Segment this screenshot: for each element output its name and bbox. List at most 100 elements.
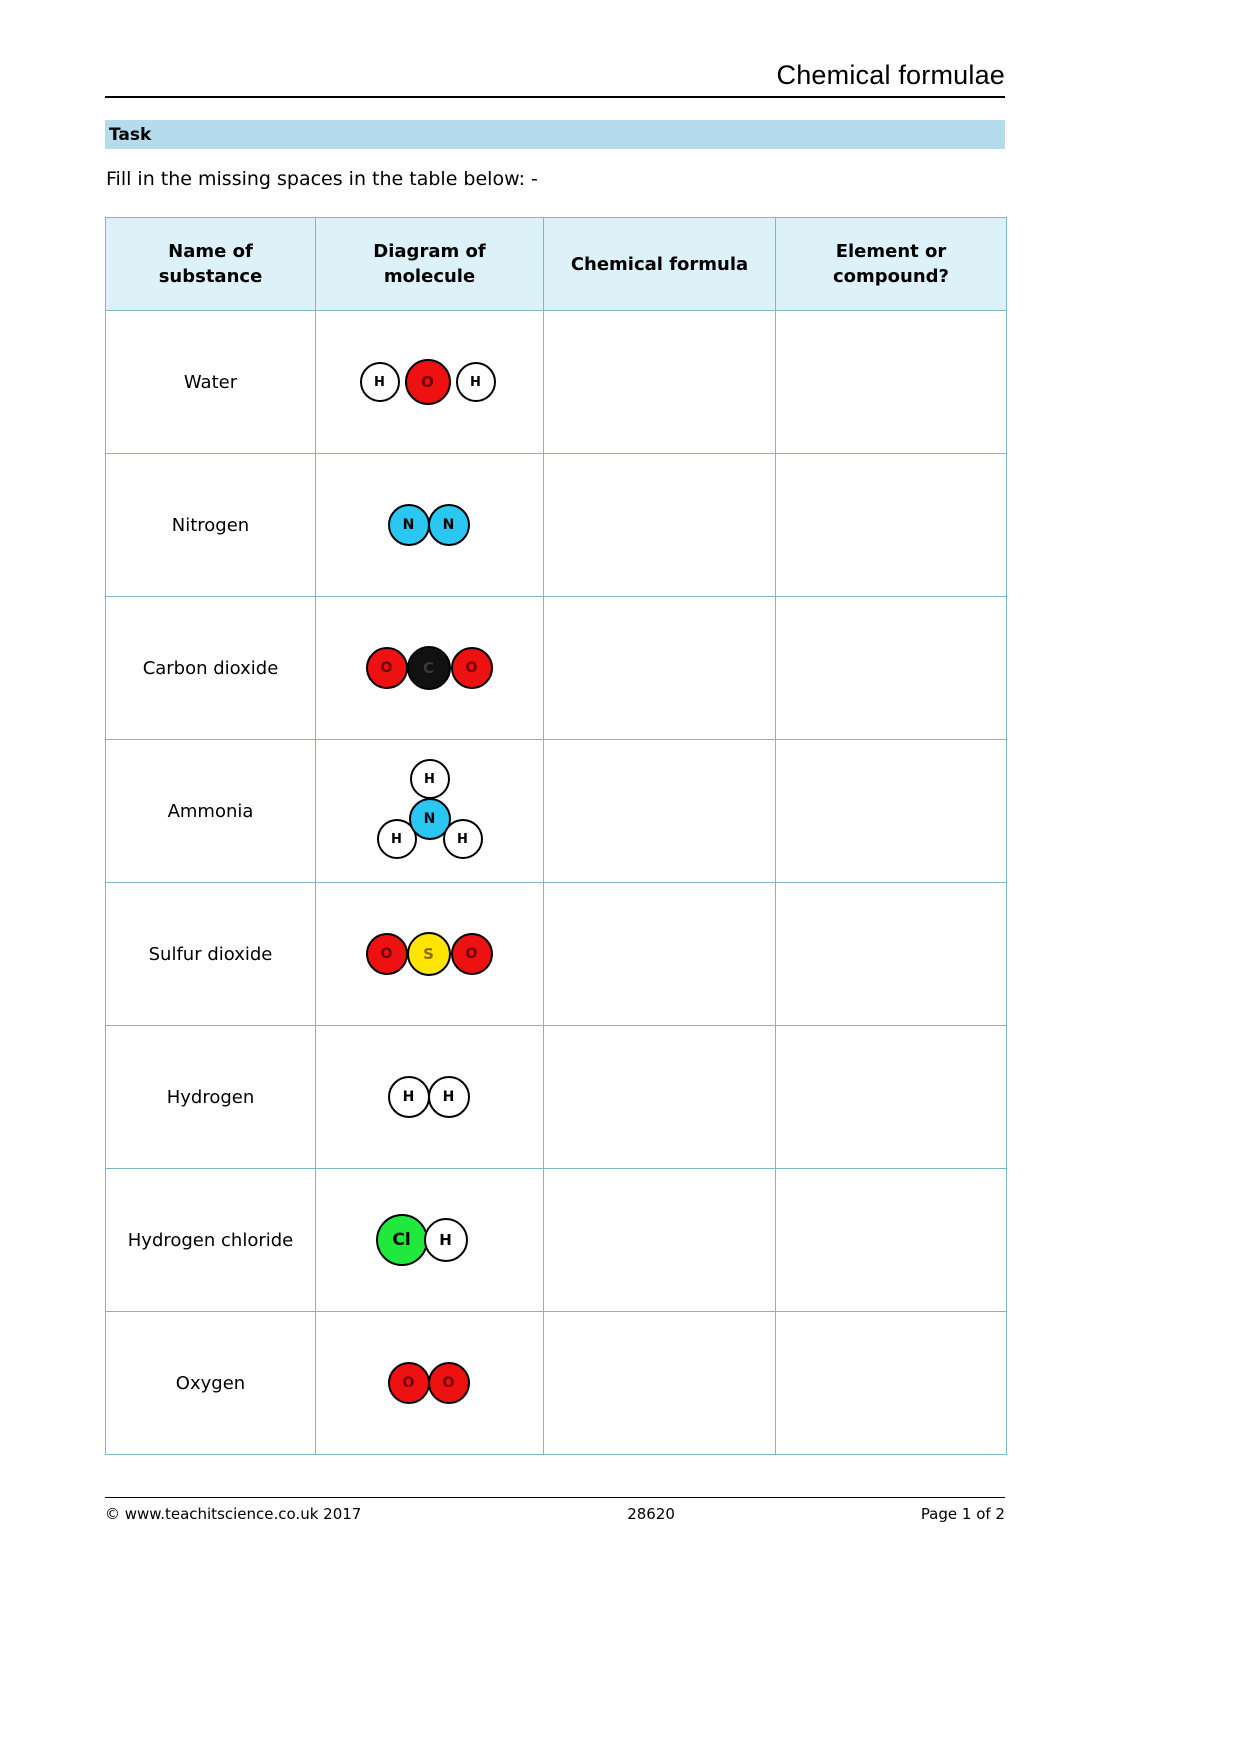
table-row: Ammonia H N H H: [105, 739, 1007, 883]
cell-molecule-diagram: OO: [315, 1311, 544, 1455]
molecule-diagram: HNHH: [350, 751, 510, 871]
atom-o: O: [365, 933, 408, 975]
atom-n: N: [387, 504, 430, 546]
cell-chemical-formula-answer[interactable]: [543, 882, 776, 1026]
footer-divider: [105, 1497, 1005, 1498]
cell-molecule-diagram: OCO: [315, 596, 544, 740]
cell-substance-name: Carbon dioxide: [105, 596, 316, 740]
table-row: Water H O H: [105, 310, 1007, 454]
atom-o: O: [404, 359, 451, 405]
molecule-diagram: OSO: [350, 894, 510, 1014]
substance-name-label: Sulfur dioxide: [148, 943, 273, 965]
substance-name-label: Water: [183, 371, 238, 393]
cell-element-or-compound-answer[interactable]: [775, 1168, 1007, 1312]
column-header-name-of-substance: Name of substance: [105, 217, 316, 311]
molecule-diagram: Cl H: [350, 1180, 510, 1300]
task-instruction: Fill in the missing spaces in the table …: [106, 168, 538, 190]
cell-chemical-formula-answer[interactable]: [543, 1025, 776, 1169]
substance-name-label: Hydrogen: [166, 1086, 255, 1108]
atom-o: O: [450, 647, 493, 689]
substance-name-label: Ammonia: [167, 800, 254, 822]
cell-molecule-diagram: OSO: [315, 882, 544, 1026]
atom-cl: Cl: [375, 1214, 428, 1266]
worksheet-page: Chemical formulae Task Fill in the missi…: [0, 0, 1240, 1754]
cell-molecule-diagram: HNHH: [315, 739, 544, 883]
substance-name-label: Nitrogen: [171, 514, 250, 536]
column-header-chemical-formula: Chemical formula: [543, 217, 776, 311]
page-title: Chemical formulae: [776, 60, 1005, 90]
cell-molecule-diagram: Cl H: [315, 1168, 544, 1312]
cell-substance-name: Sulfur dioxide: [105, 882, 316, 1026]
cell-element-or-compound-answer[interactable]: [775, 739, 1007, 883]
atom-o: O: [450, 933, 493, 975]
cell-element-or-compound-answer[interactable]: [775, 453, 1007, 597]
header-divider: [105, 96, 1005, 98]
substance-name-label: Oxygen: [175, 1372, 246, 1394]
atom-h: H: [409, 759, 450, 799]
column-header-element-or-compound: Element or compound?: [775, 217, 1007, 311]
worksheet-table-container: Name of substance Diagram of molecule Ch…: [105, 217, 1007, 1455]
header-line-1: Chemical formula: [570, 253, 749, 275]
atom-h: H: [455, 362, 496, 402]
task-banner: Task: [105, 120, 1005, 149]
column-header-diagram-of-molecule: Diagram of molecule: [315, 217, 544, 311]
table-row: Nitrogen N N: [105, 453, 1007, 597]
cell-element-or-compound-answer[interactable]: [775, 882, 1007, 1026]
cell-chemical-formula-answer[interactable]: [543, 1311, 776, 1455]
cell-substance-name: Oxygen: [105, 1311, 316, 1455]
table-row: Hydrogen chloride Cl H: [105, 1168, 1007, 1312]
header-line-2: substance: [158, 266, 263, 287]
atom-n: N: [427, 504, 470, 546]
table-body: Water H O H Nitrogen N N Carbon dioxide O C O Ammon…: [105, 310, 1007, 1455]
cell-chemical-formula-answer[interactable]: [543, 453, 776, 597]
page-header: Chemical formulae: [105, 58, 1005, 98]
table-row: Oxygen O O: [105, 1311, 1007, 1455]
atom-h: H: [427, 1076, 470, 1118]
atom-h: H: [387, 1076, 430, 1118]
molecule-diagram: HH: [350, 1037, 510, 1157]
cell-substance-name: Water: [105, 310, 316, 454]
cell-chemical-formula-answer[interactable]: [543, 310, 776, 454]
molecule-diagram: NN: [350, 465, 510, 585]
task-banner-label: Task: [109, 124, 152, 145]
footer-copyright: © www.teachitscience.co.uk 2017: [105, 1505, 362, 1523]
atom-h: H: [423, 1218, 468, 1262]
header-line-1: Element or: [835, 241, 947, 262]
header-line-1: Diagram of: [373, 241, 486, 262]
cell-chemical-formula-answer[interactable]: [543, 1168, 776, 1312]
substance-name-label: Hydrogen chloride: [127, 1229, 294, 1251]
cell-molecule-diagram: HOH: [315, 310, 544, 454]
cell-element-or-compound-answer[interactable]: [775, 1025, 1007, 1169]
worksheet-table: Name of substance Diagram of molecule Ch…: [105, 217, 1007, 1455]
page-footer: © www.teachitscience.co.uk 2017 28620 Pa…: [105, 1505, 1005, 1523]
atom-h: H: [359, 362, 400, 402]
cell-element-or-compound-answer[interactable]: [775, 596, 1007, 740]
footer-page-label: Page 1 of 2: [920, 1505, 1005, 1523]
cell-substance-name: Nitrogen: [105, 453, 316, 597]
atom-c: C: [406, 646, 451, 690]
atom-h: H: [442, 819, 483, 859]
cell-element-or-compound-answer[interactable]: [775, 310, 1007, 454]
cell-substance-name: Ammonia: [105, 739, 316, 883]
table-header: Name of substance Diagram of molecule Ch…: [105, 217, 1007, 311]
cell-chemical-formula-answer[interactable]: [543, 596, 776, 740]
cell-molecule-diagram: HH: [315, 1025, 544, 1169]
cell-molecule-diagram: NN: [315, 453, 544, 597]
molecule-diagram: OCO: [350, 608, 510, 728]
cell-chemical-formula-answer[interactable]: [543, 739, 776, 883]
table-row: Hydrogen H H: [105, 1025, 1007, 1169]
atom-s: S: [406, 932, 451, 976]
table-row: Sulfur dioxide O S O: [105, 882, 1007, 1026]
header-line-2: molecule: [383, 266, 476, 287]
atom-o: O: [365, 647, 408, 689]
cell-element-or-compound-answer[interactable]: [775, 1311, 1007, 1455]
atom-o: O: [387, 1362, 430, 1404]
header-line-1: Name of: [168, 241, 253, 262]
header-line-2: compound?: [833, 266, 949, 287]
atom-o: O: [427, 1362, 470, 1404]
table-header-row: Name of substance Diagram of molecule Ch…: [105, 217, 1007, 311]
molecule-diagram: OO: [350, 1323, 510, 1443]
substance-name-label: Carbon dioxide: [142, 657, 279, 679]
cell-substance-name: Hydrogen chloride: [105, 1168, 316, 1312]
molecule-diagram: HOH: [350, 322, 510, 442]
